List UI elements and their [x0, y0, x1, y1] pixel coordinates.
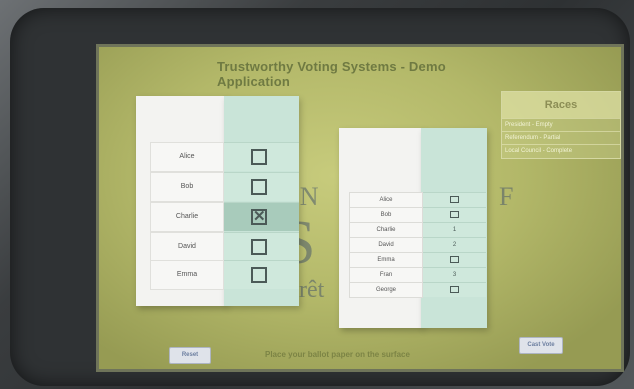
- checkbox-icon[interactable]: [251, 179, 267, 195]
- candidate-name: Alice: [349, 192, 423, 208]
- vote-cell[interactable]: [224, 142, 299, 171]
- touch-screen: Trustworthy Voting Systems - Demo Applic…: [96, 44, 624, 372]
- candidate-name: Emma: [349, 252, 423, 268]
- vote-cell[interactable]: [224, 172, 299, 201]
- candidate-name: Charlie: [150, 202, 224, 232]
- vote-cell[interactable]: [224, 232, 299, 261]
- candidate-name: Charlie: [349, 222, 423, 238]
- ballot2-row: Alice: [349, 192, 486, 208]
- checkbox-icon[interactable]: [450, 211, 459, 218]
- checkbox-icon[interactable]: [450, 196, 459, 203]
- candidate-name: David: [349, 237, 423, 253]
- app-title: Trustworthy Voting Systems - Demo Applic…: [217, 59, 446, 89]
- candidate-name: David: [150, 232, 224, 262]
- checkbox-icon[interactable]: [251, 149, 267, 165]
- ballot1-row: Alice: [150, 142, 300, 172]
- race-item[interactable]: Local Council - Complete: [502, 144, 620, 157]
- instruction-text: Place your ballot paper on the surface: [265, 350, 410, 359]
- races-panel: Races President - Empty Referendum - Par…: [501, 91, 621, 159]
- checkbox-icon[interactable]: [450, 256, 459, 263]
- ballot2-row: George: [349, 282, 486, 298]
- vote-cell[interactable]: ✕: [224, 202, 299, 231]
- rank-cell[interactable]: [423, 282, 486, 297]
- race-item[interactable]: Referendum - Partial: [502, 131, 620, 144]
- ballot1-row: David: [150, 232, 300, 262]
- ballot2-row: Bob: [349, 207, 486, 223]
- candidate-name: George: [349, 282, 423, 298]
- rank-cell[interactable]: 1: [423, 222, 486, 237]
- ballot1-row: Charlie ✕: [150, 202, 300, 232]
- rank-cell[interactable]: 2: [423, 237, 486, 252]
- race-item[interactable]: President - Empty: [502, 118, 620, 131]
- rank-cell[interactable]: [423, 207, 486, 222]
- vote-cell[interactable]: [224, 260, 299, 289]
- watermark-text: rêt: [299, 277, 325, 303]
- rank-cell[interactable]: [423, 252, 486, 267]
- checked-box-icon[interactable]: ✕: [251, 209, 267, 225]
- ballot1-row: Emma: [150, 260, 300, 290]
- ballot2-row: David 2: [349, 237, 486, 253]
- checkbox-icon[interactable]: [251, 267, 267, 283]
- ballot2-row: Fran 3: [349, 267, 486, 283]
- watermark-text: F: [499, 182, 514, 211]
- rank-cell[interactable]: 3: [423, 267, 486, 282]
- ballot2-row: Charlie 1: [349, 222, 486, 238]
- candidate-name: Fran: [349, 267, 423, 283]
- candidate-name: Bob: [150, 172, 224, 202]
- checkbox-icon[interactable]: [251, 239, 267, 255]
- cast-vote-button[interactable]: Cast Vote: [519, 337, 563, 354]
- races-title: Races: [502, 92, 620, 118]
- reset-button[interactable]: Reset: [169, 347, 211, 364]
- checkbox-icon[interactable]: [450, 286, 459, 293]
- candidate-name: Bob: [349, 207, 423, 223]
- ballot1-row: Bob: [150, 172, 300, 202]
- candidate-name: Emma: [150, 260, 224, 290]
- rank-cell[interactable]: [423, 192, 486, 207]
- candidate-name: Alice: [150, 142, 224, 172]
- ballot2-row: Emma: [349, 252, 486, 268]
